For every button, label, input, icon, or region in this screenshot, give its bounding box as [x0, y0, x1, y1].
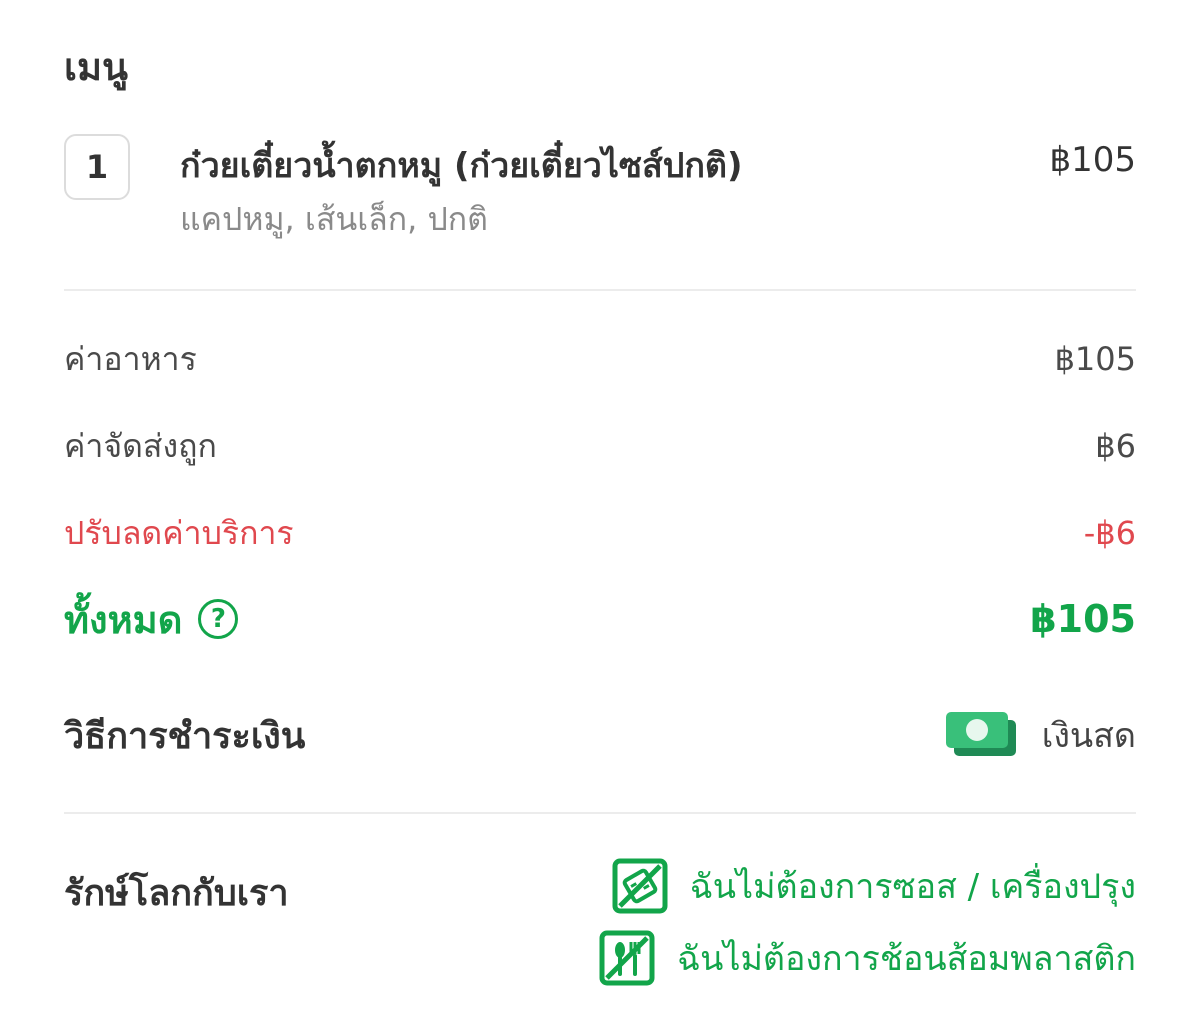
service-discount-value: -฿6 — [1083, 514, 1136, 552]
quantity-box[interactable]: 1 — [64, 134, 130, 200]
no-cutlery-icon — [599, 930, 655, 986]
payment-method-label: วิธีการชำระเงิน — [64, 715, 306, 757]
divider — [64, 289, 1136, 291]
delivery-fee-value: ฿6 — [1095, 427, 1136, 465]
payment-method-text: เงินสด — [1041, 716, 1136, 756]
payment-method-value[interactable]: เงินสด — [945, 708, 1136, 762]
delivery-fee-label: ค่าจัดส่งถูก — [64, 426, 217, 465]
item-name: ก๋วยเตี๋ยวน้ำตกหมู (ก๋วยเตี๋ยวไซส์ปกติ) — [180, 146, 743, 186]
total-value: ฿105 — [1030, 597, 1136, 641]
no-cutlery-option[interactable]: ฉันไม่ต้องการช้อนส้อมพลาสติก — [599, 930, 1136, 986]
menu-section-title: เมนู — [64, 45, 129, 89]
item-price: ฿105 — [1049, 140, 1136, 180]
no-sauce-option[interactable]: ฉันไม่ต้องการซอส / เครื่องปรุง — [612, 858, 1136, 914]
divider — [64, 812, 1136, 814]
food-cost-label: ค่าอาหาร — [64, 339, 197, 378]
no-sauce-icon — [612, 858, 668, 914]
item-options: แคปหมู, เส้นเล็ก, ปกติ — [180, 200, 488, 238]
eco-section-label: รักษ์โลกกับเรา — [64, 873, 289, 914]
service-discount-row: ปรับลดค่าบริการ -฿6 — [64, 508, 1136, 558]
menu-item[interactable]: 1 ก๋วยเตี๋ยวน้ำตกหมู (ก๋วยเตี๋ยวไซส์ปกติ… — [64, 132, 1136, 242]
help-icon[interactable]: ? — [198, 599, 239, 639]
food-cost-value: ฿105 — [1054, 340, 1136, 378]
service-discount-label: ปรับลดค่าบริการ — [64, 513, 294, 552]
total-label-group: ทั้งหมด ? — [64, 589, 239, 650]
total-label: ทั้งหมด — [64, 597, 183, 642]
food-cost-row: ค่าอาหาร ฿105 — [64, 334, 1136, 384]
cash-icon — [945, 712, 1018, 758]
no-cutlery-text: ฉันไม่ต้องการช้อนส้อมพลาสติก — [676, 939, 1136, 979]
total-row: ทั้งหมด ? ฿105 — [64, 594, 1136, 644]
payment-method-row[interactable]: วิธีการชำระเงิน เงินสด — [64, 700, 1136, 770]
eco-section: รักษ์โลกกับเรา ฉันไม่ต้องการซอส / เครื่อ… — [64, 856, 1136, 996]
no-sauce-text: ฉันไม่ต้องการซอส / เครื่องปรุง — [689, 867, 1136, 907]
delivery-fee-row: ค่าจัดส่งถูก ฿6 — [64, 421, 1136, 471]
